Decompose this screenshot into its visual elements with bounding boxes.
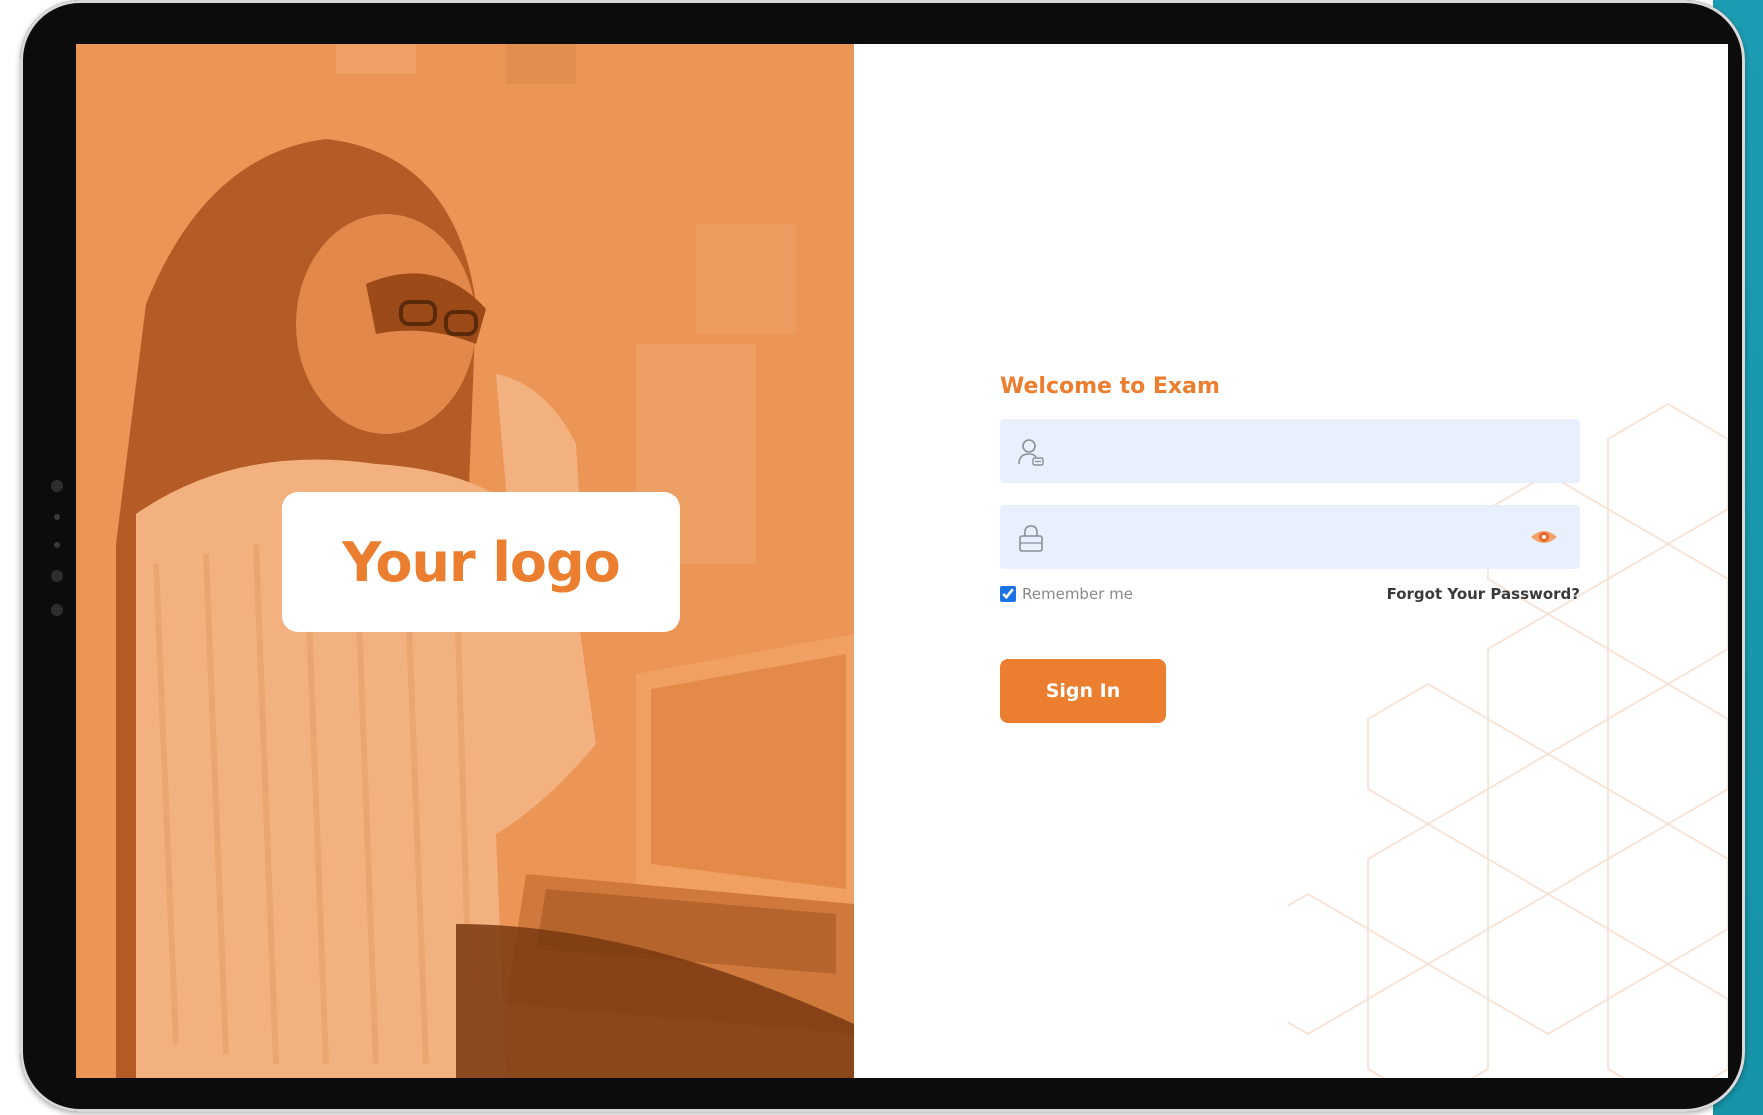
hero-photo: Your logo	[76, 44, 854, 1078]
username-input[interactable]	[1056, 419, 1530, 485]
tablet-side-buttons	[48, 480, 66, 638]
brand-logo: Your logo	[342, 530, 620, 594]
remember-label[interactable]: Remember me	[1022, 585, 1133, 603]
remember-checkbox[interactable]	[1000, 586, 1016, 602]
login-options: Remember me Forgot Your Password?	[1000, 585, 1580, 603]
eye-icon[interactable]	[1530, 527, 1558, 547]
tablet-button	[51, 570, 63, 582]
sign-in-button[interactable]: Sign In	[1000, 659, 1166, 723]
lock-icon	[1019, 525, 1043, 552]
tablet-frame: Your logo Welcome to Exam Remember me Fo…	[20, 0, 1745, 1112]
login-form: Welcome to Exam Remember me Forgot Your …	[1000, 374, 1580, 723]
user-icon	[1018, 439, 1044, 466]
forgot-password-link[interactable]: Forgot Your Password?	[1387, 585, 1580, 603]
tablet-button	[51, 604, 63, 616]
logo-card: Your logo	[282, 492, 680, 632]
login-screen: Your logo Welcome to Exam Remember me Fo…	[76, 44, 1728, 1078]
password-field[interactable]	[1000, 505, 1580, 571]
tablet-dot	[54, 542, 60, 548]
username-field[interactable]	[1000, 419, 1580, 485]
login-title: Welcome to Exam	[1000, 374, 1220, 399]
password-input[interactable]	[1056, 505, 1530, 571]
remember-me: Remember me	[1000, 585, 1133, 603]
tablet-button	[51, 480, 63, 492]
tablet-dot	[54, 514, 60, 520]
